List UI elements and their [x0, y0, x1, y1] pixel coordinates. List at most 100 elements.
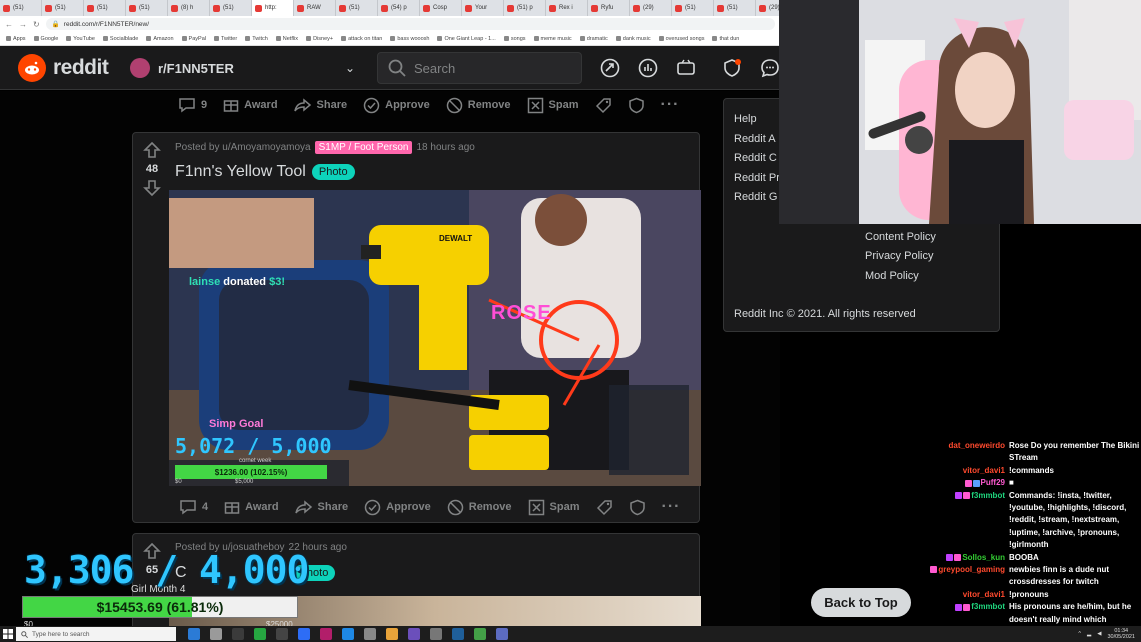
taskbar-app-icon[interactable]	[254, 628, 266, 640]
post2-more-button[interactable]: ···	[662, 498, 681, 516]
post2-remove-button[interactable]: Remove	[447, 499, 512, 516]
browser-tab[interactable]: (51)	[336, 0, 378, 16]
post1-share-button[interactable]: Share	[293, 97, 347, 113]
sidebar-link-4[interactable]: Reddit G	[734, 191, 777, 203]
taskbar-app-icon[interactable]	[496, 628, 508, 640]
taskbar-app-icon[interactable]	[320, 628, 332, 640]
post1-more-button[interactable]: ···	[661, 96, 680, 114]
chat-username[interactable]: vitor_davi1	[963, 590, 1005, 599]
bookmark-item[interactable]: PayPal	[181, 36, 206, 42]
back-to-top-button[interactable]: Back to Top	[811, 588, 911, 617]
chat-username[interactable]: dat_oneweirdo	[949, 441, 1005, 450]
taskbar-app-icon[interactable]	[232, 628, 244, 640]
forward-icon[interactable]: →	[19, 20, 27, 29]
post2-spam-button[interactable]: Spam	[528, 499, 580, 516]
browser-tab[interactable]: (51)	[210, 0, 252, 16]
chat-username[interactable]: Sollos_kun	[962, 553, 1005, 562]
post-card[interactable]: 48 Posted by u/Amoyamoyamoya S1MP / Foot…	[132, 132, 701, 523]
taskbar-app-icon[interactable]	[430, 628, 442, 640]
bookmark-item[interactable]: Netflix	[275, 36, 298, 42]
bookmark-item[interactable]: Apps	[6, 36, 26, 42]
post1-flair-button[interactable]	[595, 97, 612, 114]
bookmark-item[interactable]: Amazon	[146, 36, 174, 42]
post2-mod-button[interactable]	[629, 499, 646, 516]
taskbar-app-icon[interactable]	[386, 628, 398, 640]
bookmark-item[interactable]: dramatic	[579, 36, 608, 42]
browser-tab[interactable]: (29)	[756, 0, 780, 16]
taskbar-app-icon[interactable]	[408, 628, 420, 640]
back-icon[interactable]: ←	[5, 20, 13, 29]
taskbar-app-icon[interactable]	[188, 628, 200, 640]
mod-shield-icon[interactable]	[720, 56, 744, 80]
upvote-icon[interactable]	[143, 141, 161, 159]
search-input[interactable]: Search	[377, 52, 582, 84]
taskbar-app-icon[interactable]	[364, 628, 376, 640]
browser-tab[interactable]: (8) h	[168, 0, 210, 16]
posted-by[interactable]: Posted by u/Amoyamoyamoya	[175, 142, 311, 153]
reload-icon[interactable]: ↻	[33, 20, 40, 29]
volume-icon[interactable]: ◀	[1097, 631, 1101, 637]
post-image[interactable]: lainse donated $3! DEWALT ROSE Simp Goal…	[169, 190, 701, 486]
clock[interactable]: 01:34 30/05/2021	[1107, 628, 1135, 640]
url-input[interactable]: 🔒 reddit.com/r/F1NN5TER/new/	[45, 18, 775, 30]
post1-spam-button[interactable]: Spam	[527, 97, 579, 114]
bookmark-item[interactable]: overused songs	[658, 36, 704, 42]
sidebar-link-mod-policy[interactable]: Mod Policy	[865, 270, 919, 282]
browser-tab[interactable]: (51)	[84, 0, 126, 16]
browser-tab[interactable]: (51)	[126, 0, 168, 16]
post1-remove-button[interactable]: Remove	[446, 97, 511, 114]
taskbar-search-input[interactable]: Type here to search	[16, 627, 176, 641]
post2-approve-button[interactable]: Approve	[364, 499, 431, 516]
browser-tab[interactable]: Ryfu	[588, 0, 630, 16]
taskbar-app-icon[interactable]	[452, 628, 464, 640]
browser-tab[interactable]: (51)	[672, 0, 714, 16]
browser-tab[interactable]: Rex i	[546, 0, 588, 16]
taskbar-app-icon[interactable]	[298, 628, 310, 640]
bookmark-item[interactable]: YouTube	[66, 36, 95, 42]
chat-username[interactable]: Puff29	[981, 478, 1005, 487]
sidebar-link-privacy-policy[interactable]: Privacy Policy	[865, 250, 933, 262]
post2-flair-button[interactable]	[596, 499, 613, 516]
chevron-up-icon[interactable]: ^	[1078, 631, 1081, 637]
sidebar-link-1[interactable]: Reddit A	[734, 133, 776, 145]
browser-tab[interactable]: (51)	[0, 0, 42, 16]
post2-comments-button[interactable]: 4	[179, 499, 208, 515]
bookmark-item[interactable]: dank music	[615, 36, 651, 42]
bookmark-item[interactable]: meme music	[533, 36, 572, 42]
bookmark-item[interactable]: Socialblade	[102, 36, 138, 42]
post2-share-button[interactable]: Share	[294, 499, 348, 515]
bookmark-item[interactable]: that dun	[712, 36, 739, 42]
sidebar-link-2[interactable]: Reddit C	[734, 152, 777, 164]
chat-username[interactable]: vitor_davi1	[963, 466, 1005, 475]
network-icon[interactable]: ▂	[1087, 631, 1091, 637]
browser-tab[interactable]: (51)	[42, 0, 84, 16]
bookmark-item[interactable]: Disney+	[306, 36, 333, 42]
downvote-icon[interactable]	[143, 179, 161, 197]
bookmark-item[interactable]: Twitter	[213, 36, 237, 42]
bookmark-item[interactable]: Google	[33, 36, 58, 42]
browser-tab[interactable]: (29)	[630, 0, 672, 16]
browser-tab[interactable]: Your	[462, 0, 504, 16]
post1-comments-button[interactable]: 9	[178, 97, 207, 113]
browser-tab[interactable]: Cosp	[420, 0, 462, 16]
popular-icon[interactable]	[598, 56, 622, 80]
taskbar-app-icon[interactable]	[342, 628, 354, 640]
browser-tab[interactable]: http:	[252, 0, 294, 16]
bookmark-item[interactable]: Twitch	[245, 36, 268, 42]
sidebar-link-content-policy[interactable]: Content Policy	[865, 231, 936, 243]
chat-username[interactable]: f3mmbot	[971, 491, 1005, 500]
video-icon[interactable]	[674, 56, 698, 80]
bookmark-item[interactable]: attack on titan	[341, 36, 382, 42]
bookmark-item[interactable]: bass wooosh	[390, 36, 429, 42]
taskbar-app-icon[interactable]	[276, 628, 288, 640]
sidebar-link-help[interactable]: Help	[734, 113, 757, 125]
post2-award-button[interactable]: Award	[224, 499, 279, 515]
taskbar-app-icon[interactable]	[210, 628, 222, 640]
chat-username[interactable]: f3mmbot	[971, 602, 1005, 611]
post1-mod-button[interactable]	[628, 97, 645, 114]
sidebar-link-3[interactable]: Reddit Pr	[734, 172, 780, 184]
stats-icon[interactable]	[636, 56, 660, 80]
community-dropdown[interactable]: r/F1NN5TER ⌄	[130, 56, 355, 80]
bookmark-item[interactable]: One Giant Leap - 1...	[437, 36, 496, 42]
bookmark-item[interactable]: songs	[503, 36, 526, 42]
